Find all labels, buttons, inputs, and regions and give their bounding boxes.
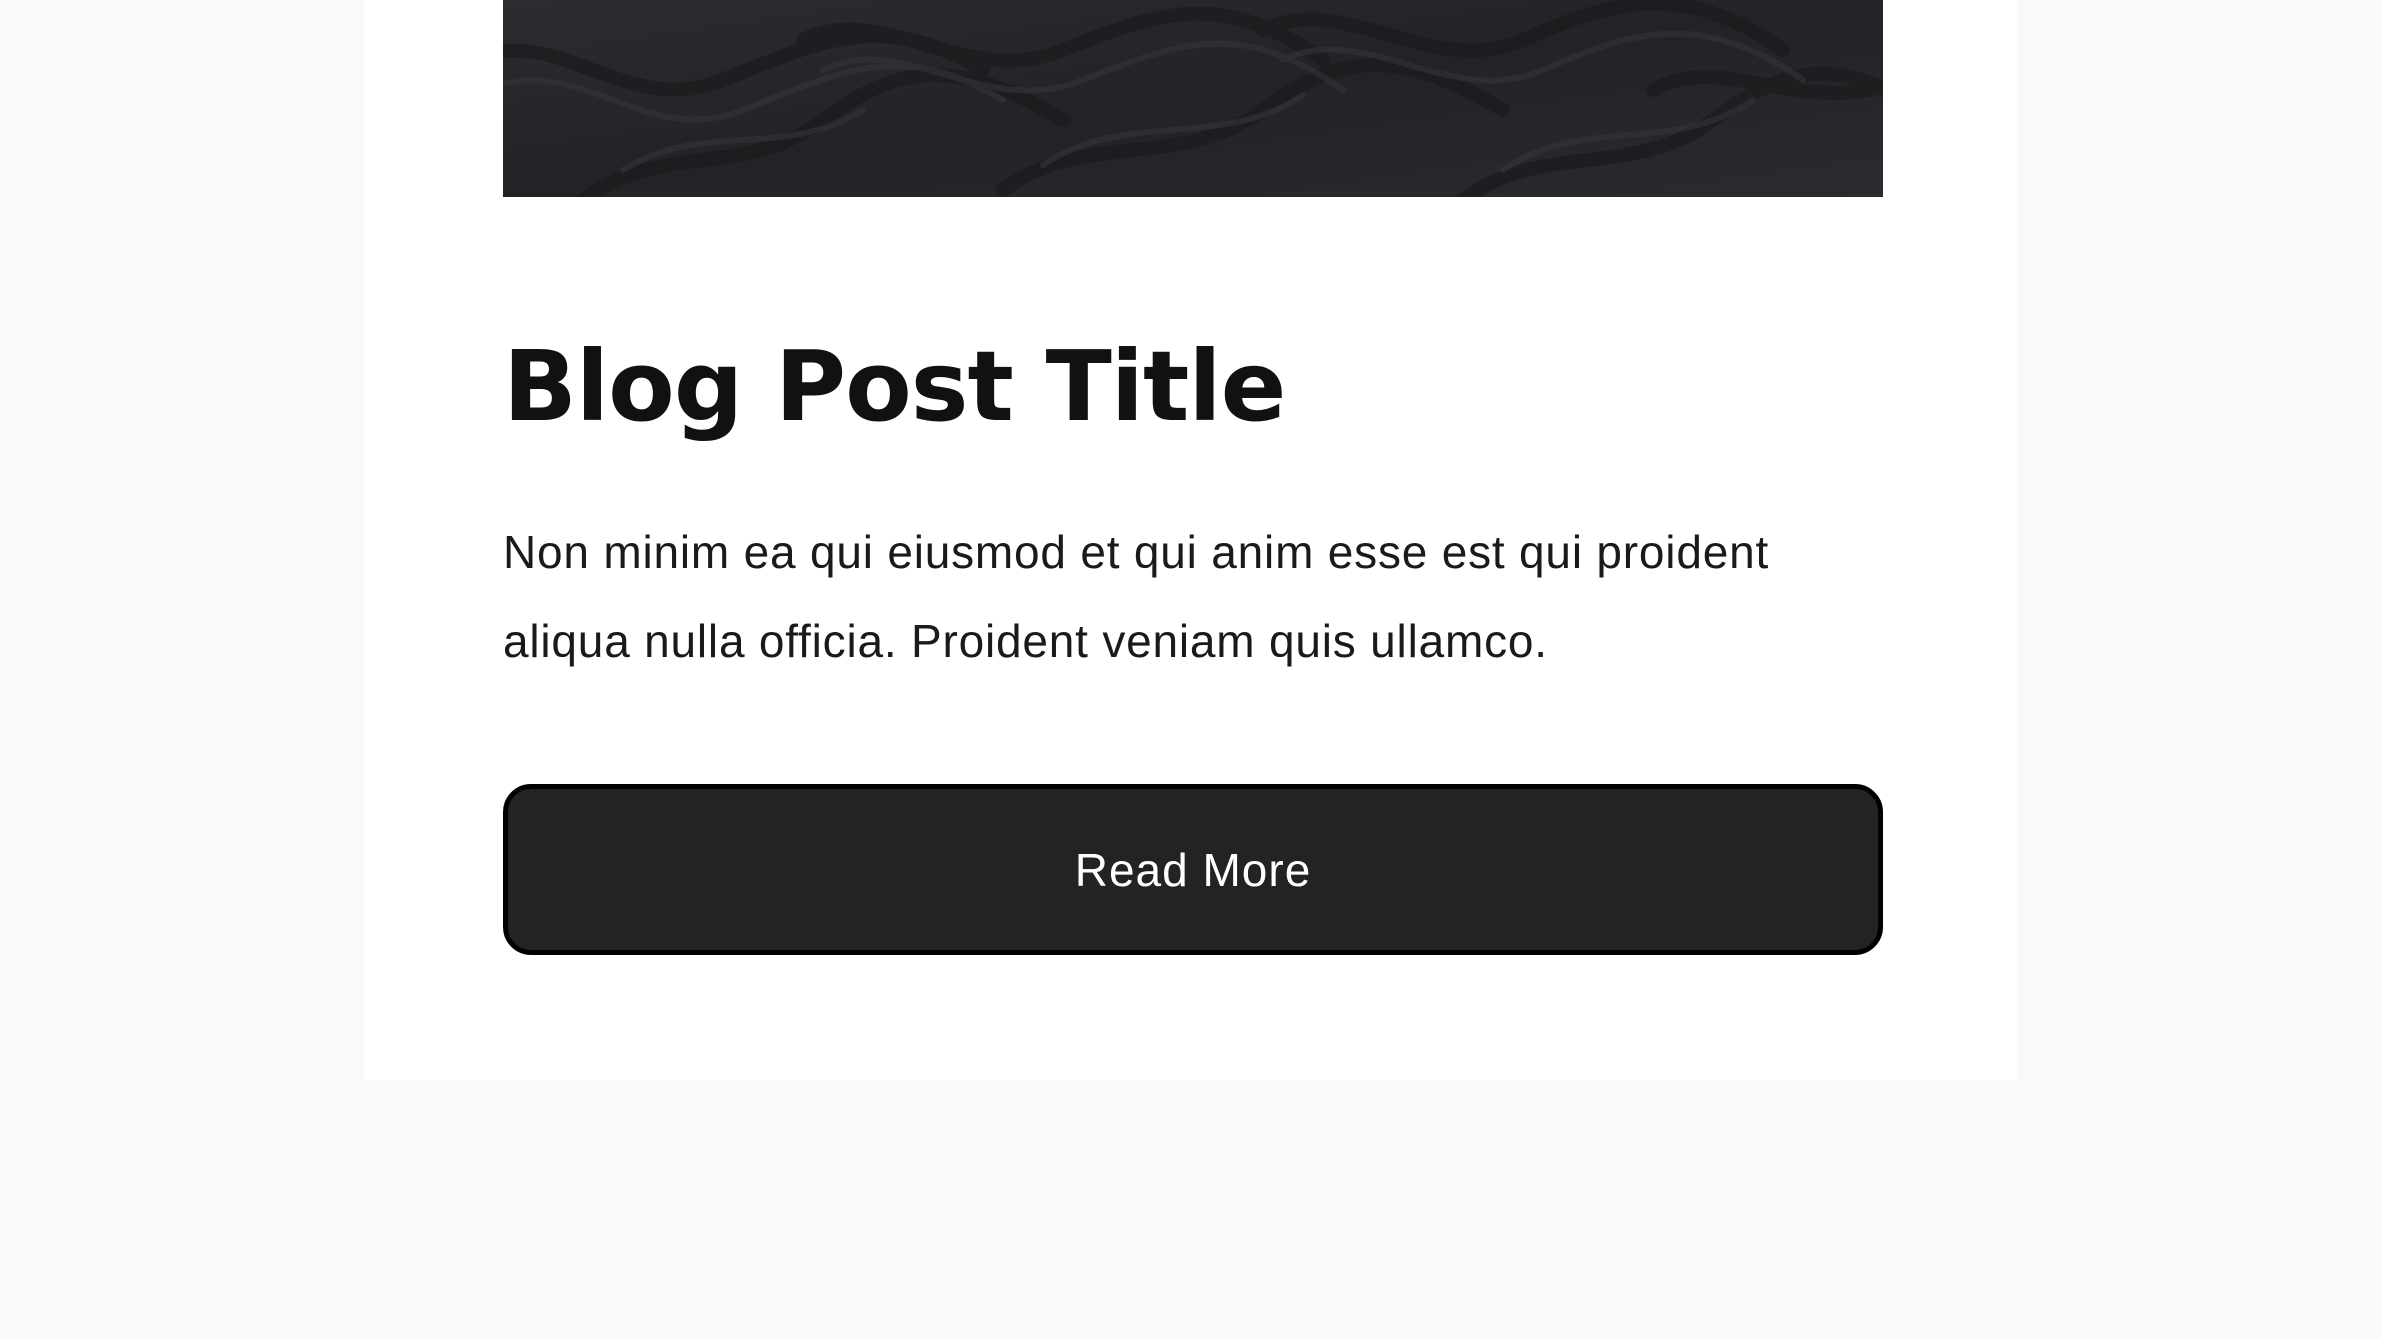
sand-texture-icon bbox=[503, 0, 1883, 197]
post-title: Blog Post Title bbox=[503, 330, 1286, 443]
post-excerpt: Non minim ea qui eiusmod et qui anim ess… bbox=[503, 526, 1770, 667]
post-featured-image bbox=[503, 0, 1883, 197]
page: Blog Post Title Non minim ea qui eiusmod… bbox=[0, 0, 2382, 1339]
blog-post-card: Blog Post Title Non minim ea qui eiusmod… bbox=[364, 0, 2017, 1080]
read-more-button[interactable]: Read More bbox=[503, 784, 1883, 955]
